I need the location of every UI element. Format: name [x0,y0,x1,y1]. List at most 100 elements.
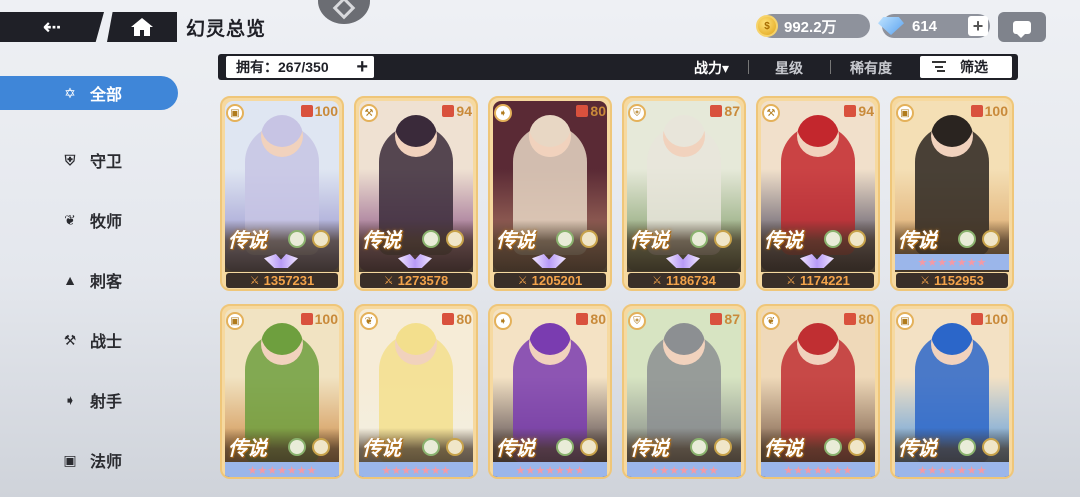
element-icon [556,438,574,456]
power-value-bar: ⚔ 1186734 [628,273,740,288]
character-card[interactable]: ▣ 100 传说 ★★★★★★★ [890,304,1014,479]
sidebar-item-archer[interactable]: ➧ 射手 [0,370,180,430]
element-icon [312,438,330,456]
level-value: 100 [984,311,1008,327]
rarity-label: 传说 [496,230,535,252]
element-icon [982,438,1000,456]
diamond-icon [878,17,904,35]
level-value: 100 [314,311,338,327]
star-rating: ★★★★★★★ [359,462,473,477]
power-value: 1357231 [263,273,315,288]
gold-coin-icon: $ [756,15,778,37]
gem-amount: 614 [912,17,938,35]
filter-bar: 拥有：267/350 + 战力▾ 星级 稀有度 筛选 [218,54,1018,80]
sidebar-item-label: 全部 [90,87,123,104]
level-badge: 100 [970,103,1008,119]
home-button[interactable] [107,12,177,42]
level-badge: 87 [710,103,740,119]
element-icon [580,230,598,248]
character-card[interactable]: ➧ 80 传说 ★★★★★★★ [488,304,612,479]
menu-badge-icon[interactable] [318,0,370,24]
power-value-bar: ⚔ 1174221 [762,273,874,288]
rarity-label: 传说 [764,230,803,252]
character-card[interactable]: ➧ 80 传说 ⚔ 1205201 [488,96,612,291]
level-icon [710,105,723,117]
element-icon [982,230,1000,248]
character-card[interactable]: ⛨ 87 传说 ★★★★★★★ [622,304,746,479]
sort-by-power[interactable]: 战力▾ [694,58,729,78]
star-rating: ★★★★★★★ [761,462,875,477]
level-value: 100 [314,103,338,119]
level-value: 80 [590,103,606,119]
element-icon [690,438,708,456]
sidebar-item-assassin[interactable]: ▲ 刺客 [0,250,180,310]
swords-icon: ⚔ [920,275,930,287]
level-value: 94 [456,103,472,119]
element-icon [824,230,842,248]
sidebar-item-mage[interactable]: ▣ 法师 [0,430,180,490]
power-value: 1174221 [799,273,850,288]
sidebar-item-priest[interactable]: ❦ 牧师 [0,190,180,250]
sidebar-item-warrior[interactable]: ⚒ 战士 [0,310,180,370]
level-badge: 87 [710,311,740,327]
star-rating: ★★★★★★★ [493,462,607,477]
sort-by-rarity[interactable]: 稀有度 [850,58,892,78]
element-icon [446,230,464,248]
shield-icon: ⛨ [628,312,646,330]
owned-count[interactable]: 拥有：267/350 + [226,56,374,78]
element-icon [714,230,732,248]
book-icon: ▣ [896,312,914,330]
swords-icon: ⚔ [517,275,528,287]
rarity-label: 传说 [898,438,937,460]
level-badge: 80 [844,311,874,327]
sidebar-item-label: 刺客 [90,274,123,291]
level-icon [710,313,723,325]
level-icon [970,105,983,117]
sidebar-item-guardian[interactable]: ⛨ 守卫 [0,130,180,190]
character-card[interactable]: ⚒ 94 传说 ⚔ 1273578 [354,96,478,291]
level-icon [442,313,455,325]
wings-icon: ❦ [762,312,780,330]
character-card[interactable]: ❦ 80 传说 ★★★★★★★ [354,304,478,479]
element-icon [580,438,598,456]
rarity-label: 传说 [630,230,669,252]
character-card[interactable]: ⛨ 87 传说 ⚔ 1186734 [622,96,746,291]
filter-button[interactable]: 筛选 [920,56,1012,78]
character-card[interactable]: ▣ 100 传说 ★★★★★★★ ⚔ 1152953 [890,96,1014,291]
level-value: 94 [858,103,874,119]
element-icon [288,230,306,248]
element-icon [824,438,842,456]
swords-icon: ⚔ [383,275,394,287]
level-badge: 100 [300,103,338,119]
star-rating: ★★★★★★★ [895,462,1009,477]
power-value-bar: ⚔ 1205201 [494,273,606,288]
add-gems-button[interactable]: + [968,16,988,36]
back-button[interactable]: ⇠ [0,12,104,42]
level-icon [576,105,589,117]
chat-button[interactable] [998,12,1046,42]
character-card[interactable]: ▣ 100 传说 ★★★★★★★ [220,304,344,479]
character-card[interactable]: ❦ 80 传说 ★★★★★★★ [756,304,880,479]
wings-icon: ❦ [360,312,378,330]
home-icon [131,18,153,36]
power-value-bar: ⚔ 1273578 [360,273,472,288]
sidebar-item-all[interactable]: ✡ 全部 [0,76,178,110]
rarity-label: 传说 [228,438,267,460]
expand-capacity-button[interactable]: + [356,57,368,77]
level-badge: 80 [576,103,606,119]
axe-icon: ⚒ [762,104,780,122]
sidebar-item-label: 战士 [90,334,123,351]
axe-icon: ⚒ [63,331,77,348]
top-bar: ⇠ 幻灵总览 $ 992.2万 614 + [0,0,1080,50]
level-value: 87 [724,103,740,119]
sort-by-star[interactable]: 星级 [775,58,803,78]
level-badge: 100 [300,311,338,327]
element-icon [422,438,440,456]
star-rating: ★★★★★★★ [895,254,1009,270]
power-value: 1205201 [531,273,583,288]
character-card[interactable]: ▣ 100 传说 ⚔ 1357231 [220,96,344,291]
level-badge: 100 [970,311,1008,327]
character-card[interactable]: ⚒ 94 传说 ⚔ 1174221 [756,96,880,291]
sidebar-item-label: 守卫 [90,154,123,171]
book-icon: ▣ [226,312,244,330]
